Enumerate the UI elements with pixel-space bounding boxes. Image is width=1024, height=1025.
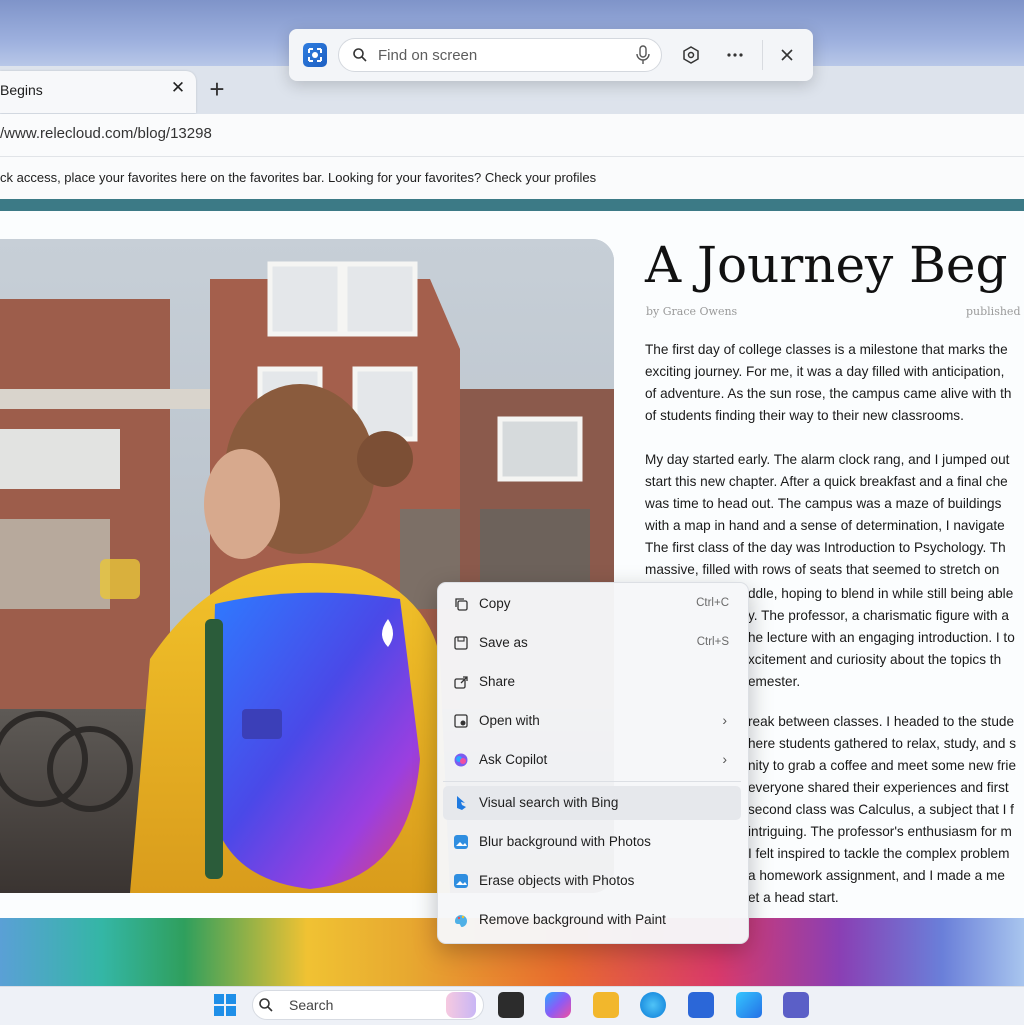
article-line: nity to grab a coffee and meet some new … — [748, 758, 1016, 773]
find-input-placeholder: Find on screen — [378, 47, 478, 64]
address-url[interactable]: /www.relecloud.com/blog/13298 — [0, 125, 212, 142]
search-highlight-icon[interactable] — [446, 992, 476, 1018]
edge-icon[interactable] — [640, 992, 666, 1018]
menu-item-copy[interactable]: Copy Ctrl+C — [443, 587, 741, 621]
article-line: The first day of college classes is a mi… — [645, 342, 1008, 357]
menu-item-visual-search-with-bing[interactable]: Visual search with Bing — [443, 786, 741, 820]
menu-item-share[interactable]: Share — [443, 665, 741, 699]
menu-item-erase-objects-with-photos[interactable]: Erase objects with Photos — [443, 864, 741, 898]
bing-icon — [453, 795, 469, 811]
menu-item-open-with[interactable]: Open with › — [443, 704, 741, 738]
article-line: reak between classes. I headed to the st… — [748, 714, 1015, 729]
more-icon[interactable] — [720, 40, 750, 70]
save-icon — [453, 635, 469, 651]
article-line: The first class of the day was Introduct… — [645, 540, 1006, 555]
article-line: exciting journey. For me, it was a day f… — [645, 364, 1005, 379]
search-icon — [258, 997, 274, 1013]
menu-item-save-as[interactable]: Save as Ctrl+S — [443, 626, 741, 660]
windows-start-icon[interactable] — [212, 992, 238, 1018]
tab-title: Begins — [0, 82, 43, 98]
favorites-message: ck access, place your favorites here on … — [0, 170, 597, 185]
menu-item-label: Erase objects with Photos — [479, 873, 635, 888]
close-icon[interactable] — [772, 40, 802, 70]
menu-item-label: Blur background with Photos — [479, 834, 651, 849]
article-line: everyone shared their experiences and fi… — [748, 780, 1009, 795]
store-icon[interactable] — [688, 992, 714, 1018]
menu-item-label: Open with — [479, 713, 540, 728]
tab-close-icon[interactable]: ✕ — [168, 78, 188, 98]
menu-item-label: Copy — [479, 596, 511, 611]
menu-item-label: Visual search with Bing — [479, 795, 619, 810]
chevron-right-icon: › — [722, 751, 727, 767]
microphone-icon[interactable] — [634, 45, 652, 65]
article-line: emester. — [748, 674, 801, 689]
copilot-icon — [453, 752, 469, 768]
menu-item-ask-copilot[interactable]: Ask Copilot › — [443, 743, 741, 777]
copilot-icon[interactable] — [545, 992, 571, 1018]
menu-item-remove-background-with-paint[interactable]: Remove background with Paint — [443, 903, 741, 937]
paint-icon — [453, 912, 469, 928]
article-line: I felt inspired to tackle the complex pr… — [748, 846, 1010, 861]
article-line: here students gathered to relax, study, … — [748, 736, 1017, 751]
article-line: a homework assignment, and I made a me — [748, 868, 1005, 883]
taskbar-search-placeholder: Search — [289, 997, 334, 1013]
menu-item-label: Ask Copilot — [479, 752, 548, 767]
chevron-right-icon: › — [722, 712, 727, 728]
menu-separator — [443, 781, 741, 782]
article-line: start this new chapter. After a quick br… — [645, 474, 1008, 489]
menu-item-label: Remove background with Paint — [479, 912, 666, 927]
article-line: he lecture with an engaging introduction… — [748, 630, 1015, 645]
article-line: was time to head out. The campus was a m… — [645, 496, 1002, 511]
menu-item-shortcut: Ctrl+C — [696, 597, 729, 609]
task-view-icon[interactable] — [498, 992, 524, 1018]
copy-icon — [453, 596, 469, 612]
article-line: massive, filled with rows of seats that … — [645, 562, 1000, 577]
open-with-icon — [453, 713, 469, 729]
article-line: intriguing. The professor's enthusiasm f… — [748, 824, 1012, 839]
findbar-divider — [762, 40, 763, 70]
visual-search-icon[interactable] — [676, 40, 706, 70]
article-published: published — [966, 305, 1021, 318]
article-byline: by Grace Owens — [646, 305, 738, 318]
article-line: My day started early. The alarm clock ra… — [645, 452, 1010, 467]
article-line: of adventure. As the sun rose, the campu… — [645, 386, 1012, 401]
new-tab-button[interactable]: + — [205, 76, 229, 102]
article-title: A Journey Beg — [645, 236, 1008, 294]
menu-item-blur-background-with-photos[interactable]: Blur background with Photos — [443, 825, 741, 859]
teams-icon[interactable] — [783, 992, 809, 1018]
menu-item-label: Share — [479, 674, 516, 689]
menu-item-shortcut: Ctrl+S — [696, 636, 729, 648]
search-icon — [352, 47, 368, 63]
article-line: with a map in hand and a sense of determ… — [645, 518, 1005, 533]
app-icon[interactable] — [736, 992, 762, 1018]
site-header-bar — [0, 199, 1024, 211]
article-line: second class was Calculus, a subject tha… — [748, 802, 1014, 817]
share-icon — [453, 674, 469, 690]
article-line: of students finding their way to their n… — [645, 408, 964, 423]
photos-icon — [453, 834, 469, 850]
photos-icon — [453, 873, 469, 889]
article-line: et a head start. — [748, 890, 839, 905]
article-line: ddle, hoping to blend in while still bei… — [748, 586, 1014, 601]
article-line: y. The professor, a charismatic figure w… — [748, 608, 1009, 623]
screen-capture-icon[interactable] — [303, 43, 327, 67]
file-explorer-icon[interactable] — [593, 992, 619, 1018]
menu-item-label: Save as — [479, 635, 528, 650]
article-line: xcitement and curiosity about the topics… — [748, 652, 1002, 667]
